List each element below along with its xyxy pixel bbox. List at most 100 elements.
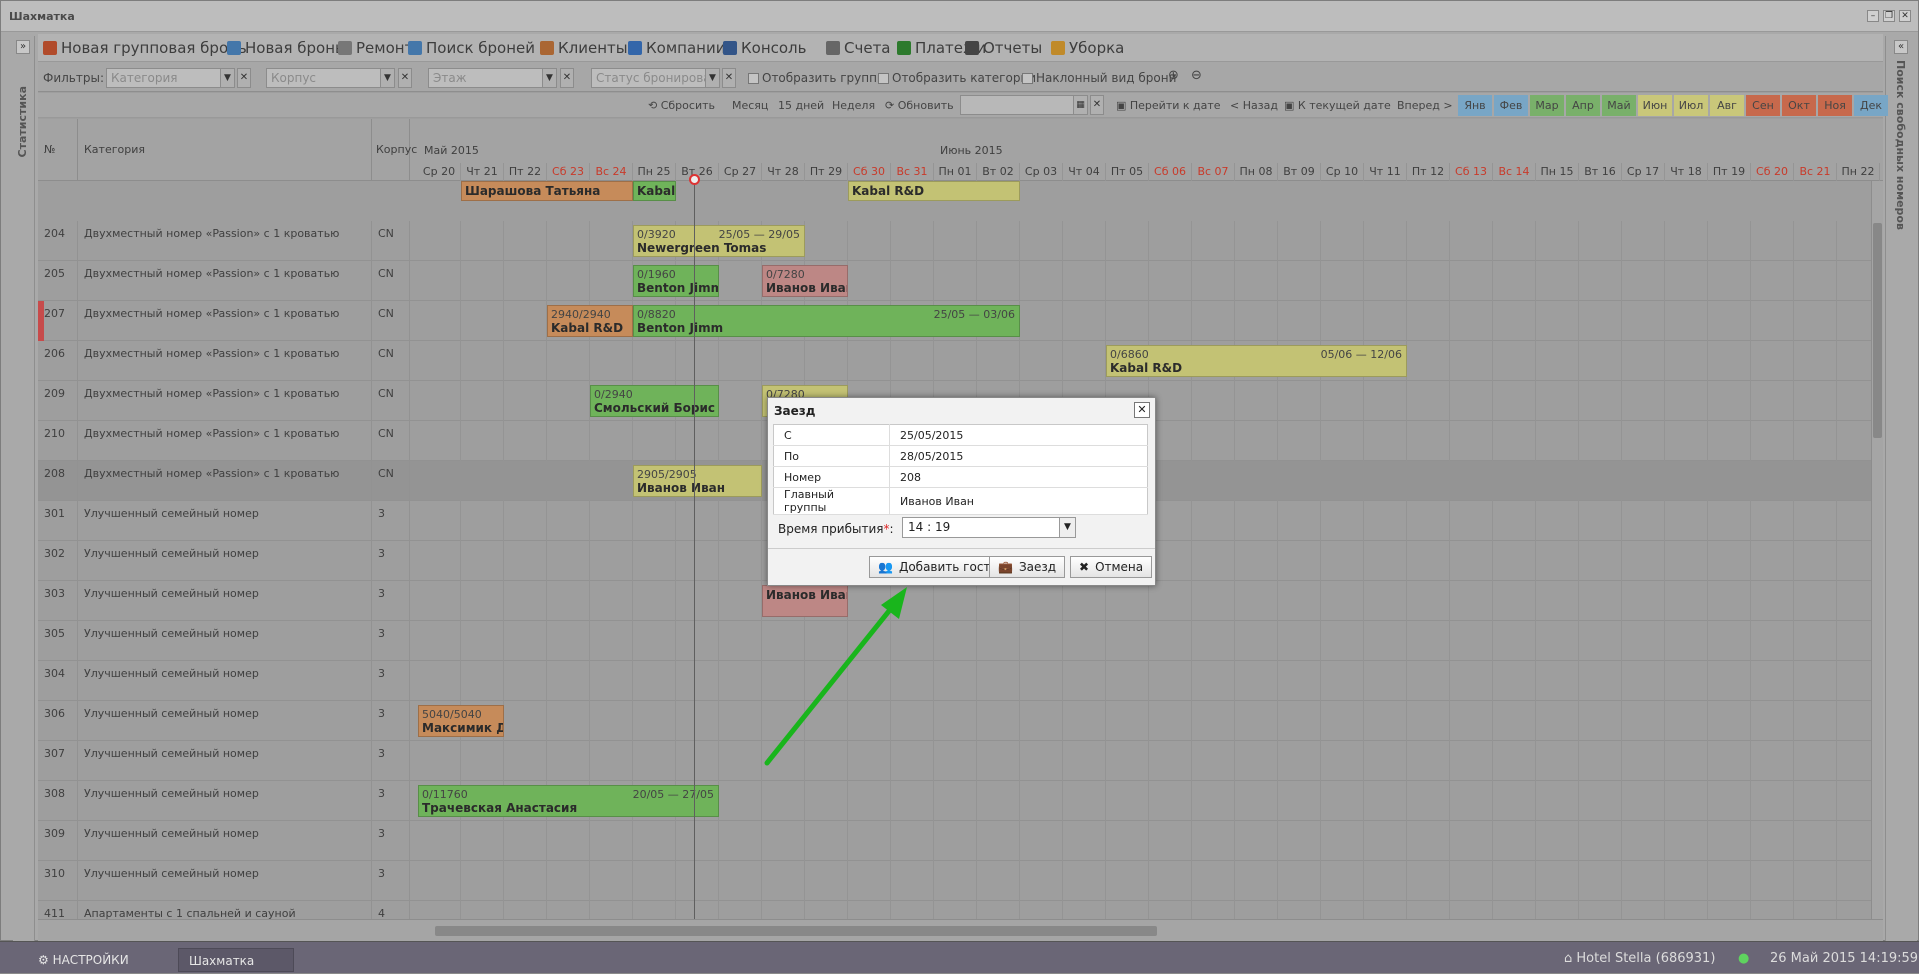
- day-cell[interactable]: [1579, 621, 1622, 661]
- day-cell[interactable]: [676, 581, 719, 621]
- day-cell[interactable]: [805, 661, 848, 701]
- day-cell[interactable]: [1450, 621, 1493, 661]
- day-cell[interactable]: [1665, 541, 1708, 581]
- day-cell[interactable]: [1235, 701, 1278, 741]
- day-cell[interactable]: [1493, 541, 1536, 581]
- day-cell[interactable]: [1493, 581, 1536, 621]
- day-cell[interactable]: [1235, 741, 1278, 781]
- day-cell[interactable]: [1794, 581, 1837, 621]
- day-cell[interactable]: [1622, 861, 1665, 901]
- day-cell[interactable]: [504, 581, 547, 621]
- day-cell[interactable]: [719, 261, 762, 301]
- day-cell[interactable]: [1622, 381, 1665, 421]
- day-cell[interactable]: [1751, 741, 1794, 781]
- building-filter[interactable]: Корпус ▼: [266, 68, 395, 88]
- close-window-icon[interactable]: ✕: [1899, 10, 1911, 22]
- day-cell[interactable]: [891, 781, 934, 821]
- day-cell[interactable]: [891, 861, 934, 901]
- booking-block[interactable]: 0/8820 Benton Jimm 25/05 — 03/06: [633, 305, 1020, 337]
- day-cell[interactable]: [719, 501, 762, 541]
- day-cell[interactable]: [934, 261, 977, 301]
- toolbar-button-3[interactable]: Ремонт: [338, 39, 413, 57]
- day-cell[interactable]: [1106, 301, 1149, 341]
- day-cell[interactable]: [590, 421, 633, 461]
- day-cell[interactable]: [1407, 421, 1450, 461]
- day-cell[interactable]: [547, 861, 590, 901]
- day-cell[interactable]: [1493, 781, 1536, 821]
- day-cell[interactable]: [1622, 581, 1665, 621]
- day-cell[interactable]: [934, 221, 977, 261]
- day-cell[interactable]: [1751, 661, 1794, 701]
- day-cell[interactable]: [891, 261, 934, 301]
- day-cell[interactable]: [1278, 221, 1321, 261]
- day-cell[interactable]: [1622, 621, 1665, 661]
- day-cell[interactable]: [1708, 341, 1751, 381]
- booking-block[interactable]: 2940/2940 Kabal R&D: [547, 305, 633, 337]
- day-cell[interactable]: [1106, 741, 1149, 781]
- day-cell[interactable]: [461, 661, 504, 701]
- day-cell[interactable]: [805, 741, 848, 781]
- day-cell[interactable]: [977, 741, 1020, 781]
- booking-block[interactable]: 0/7280Иванов Иван: [762, 265, 848, 297]
- day-cell[interactable]: [1751, 861, 1794, 901]
- day-cell[interactable]: [1149, 821, 1192, 861]
- day-cell[interactable]: [891, 581, 934, 621]
- day-cell[interactable]: [762, 741, 805, 781]
- day-cell[interactable]: [1794, 461, 1837, 501]
- table-row[interactable]: 306 Улучшенный семейный номер 3: [38, 701, 1880, 741]
- day-cell[interactable]: [633, 741, 676, 781]
- day-cell[interactable]: [547, 621, 590, 661]
- day-cell[interactable]: [590, 701, 633, 741]
- day-cell[interactable]: [504, 301, 547, 341]
- day-cell[interactable]: [1622, 421, 1665, 461]
- day-cell[interactable]: [719, 581, 762, 621]
- day-cell[interactable]: [1106, 221, 1149, 261]
- day-cell[interactable]: [934, 581, 977, 621]
- booking-block[interactable]: Иванов Иван: [762, 585, 848, 617]
- day-cell[interactable]: [1407, 661, 1450, 701]
- day-cell[interactable]: [1708, 221, 1751, 261]
- month-button[interactable]: Апр: [1566, 95, 1600, 116]
- day-cell[interactable]: [1149, 621, 1192, 661]
- day-cell[interactable]: [1708, 701, 1751, 741]
- day-cell[interactable]: [934, 781, 977, 821]
- day-cell[interactable]: [1751, 261, 1794, 301]
- minimize-icon[interactable]: –: [1867, 10, 1879, 22]
- day-cell[interactable]: [762, 781, 805, 821]
- day-cell[interactable]: [934, 821, 977, 861]
- toolbar-button-2[interactable]: Новая бронь: [227, 39, 344, 57]
- day-cell[interactable]: [633, 621, 676, 661]
- day-cell[interactable]: [719, 821, 762, 861]
- day-cell[interactable]: [1364, 581, 1407, 621]
- day-cell[interactable]: [1278, 301, 1321, 341]
- day-cell[interactable]: [934, 861, 977, 901]
- day-cell[interactable]: [1321, 701, 1364, 741]
- day-cell[interactable]: [1536, 701, 1579, 741]
- day-cell[interactable]: [676, 501, 719, 541]
- day-cell[interactable]: [977, 221, 1020, 261]
- day-cell[interactable]: [1364, 821, 1407, 861]
- day-cell[interactable]: [1794, 421, 1837, 461]
- day-cell[interactable]: [1063, 621, 1106, 661]
- month-view-button[interactable]: Месяц: [732, 99, 768, 112]
- chevron-down-icon[interactable]: ▼: [1059, 518, 1075, 537]
- day-cell[interactable]: [1536, 501, 1579, 541]
- day-cell[interactable]: [676, 821, 719, 861]
- day-cell[interactable]: [676, 621, 719, 661]
- day-cell[interactable]: [504, 501, 547, 541]
- day-cell[interactable]: [633, 581, 676, 621]
- day-cell[interactable]: [1407, 261, 1450, 301]
- day-cell[interactable]: [1708, 621, 1751, 661]
- day-cell[interactable]: [1450, 501, 1493, 541]
- toolbar-button-8[interactable]: Счета: [826, 39, 891, 57]
- day-cell[interactable]: [1622, 261, 1665, 301]
- day-cell[interactable]: [1235, 781, 1278, 821]
- day-cell[interactable]: [1579, 581, 1622, 621]
- vertical-scrollbar[interactable]: [1871, 181, 1883, 919]
- day-cell[interactable]: [1536, 421, 1579, 461]
- day-cell[interactable]: [1364, 461, 1407, 501]
- day-cell[interactable]: [1493, 501, 1536, 541]
- day-cell[interactable]: [1278, 261, 1321, 301]
- day-cell[interactable]: [1364, 701, 1407, 741]
- day-cell[interactable]: [1579, 541, 1622, 581]
